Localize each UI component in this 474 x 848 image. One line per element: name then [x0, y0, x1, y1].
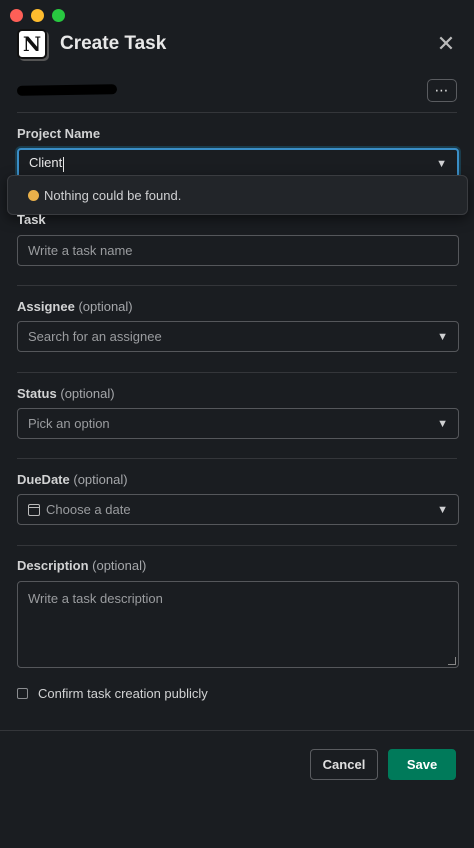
footer-divider: [0, 730, 474, 731]
text-caret: [63, 156, 65, 172]
assignee-placeholder: Search for an assignee: [28, 329, 162, 344]
chevron-down-icon: ▼: [437, 417, 448, 430]
due-date-picker[interactable]: Choose a date ▼: [17, 494, 459, 525]
modal-title: Create Task: [60, 33, 167, 54]
chevron-down-icon: ▼: [436, 157, 447, 170]
divider: [17, 112, 457, 113]
minimize-window-button[interactable]: [31, 9, 44, 22]
status-label: Status (optional): [17, 386, 115, 401]
confirm-checkbox[interactable]: [17, 688, 28, 699]
description-label-text: Description: [17, 558, 89, 573]
description-label: Description (optional): [17, 558, 146, 573]
task-placeholder: Write a task name: [28, 243, 133, 258]
task-label: Task: [17, 212, 46, 227]
chevron-down-icon: ▼: [437, 330, 448, 343]
redacted-workspace-name: [16, 84, 118, 96]
description-placeholder: Write a task description: [28, 591, 163, 606]
divider: [17, 545, 457, 546]
status-label-text: Status: [17, 386, 57, 401]
status-select[interactable]: Pick an option ▼: [17, 408, 459, 439]
calendar-icon: [28, 503, 40, 516]
optional-tag: (optional): [60, 386, 115, 401]
optional-tag: (optional): [92, 558, 147, 573]
due-date-label: DueDate (optional): [17, 472, 128, 487]
project-dropdown-menu: Nothing could be found.: [7, 175, 468, 215]
chevron-down-icon: ▼: [437, 503, 448, 516]
notion-logo-icon: N: [17, 29, 47, 59]
window-controls: [10, 9, 65, 22]
task-input[interactable]: Write a task name: [17, 235, 459, 266]
save-button[interactable]: Save: [388, 749, 456, 780]
no-results-message: Nothing could be found.: [44, 187, 182, 203]
divider: [17, 285, 457, 286]
modal-header: N Create Task ✕: [17, 28, 457, 60]
confirm-row: Confirm task creation publicly: [17, 686, 208, 701]
optional-tag: (optional): [73, 472, 128, 487]
disappointed-face-icon: [28, 189, 39, 201]
cancel-button[interactable]: Cancel: [310, 749, 378, 780]
divider: [17, 458, 457, 459]
workspace-row: ⋯: [16, 78, 457, 102]
assignee-label-text: Assignee: [17, 299, 75, 314]
confirm-label: Confirm task creation publicly: [38, 686, 208, 701]
optional-tag: (optional): [78, 299, 133, 314]
due-date-placeholder: Choose a date: [46, 502, 131, 517]
project-name-label: Project Name: [17, 126, 101, 141]
description-textarea[interactable]: Write a task description: [17, 581, 459, 668]
resize-handle-icon[interactable]: [448, 657, 456, 665]
close-window-button[interactable]: [10, 9, 23, 22]
due-date-label-text: DueDate: [17, 472, 70, 487]
project-name-value: Client: [29, 155, 63, 171]
divider: [17, 372, 457, 373]
assignee-label: Assignee (optional): [17, 299, 133, 314]
maximize-window-button[interactable]: [52, 9, 65, 22]
close-icon[interactable]: ✕: [435, 31, 457, 56]
assignee-select[interactable]: Search for an assignee ▼: [17, 321, 459, 352]
status-placeholder: Pick an option: [28, 416, 110, 431]
create-task-modal: N Create Task ✕ ⋯ Project Name Client ▼ …: [0, 0, 474, 848]
more-options-button[interactable]: ⋯: [427, 78, 457, 102]
